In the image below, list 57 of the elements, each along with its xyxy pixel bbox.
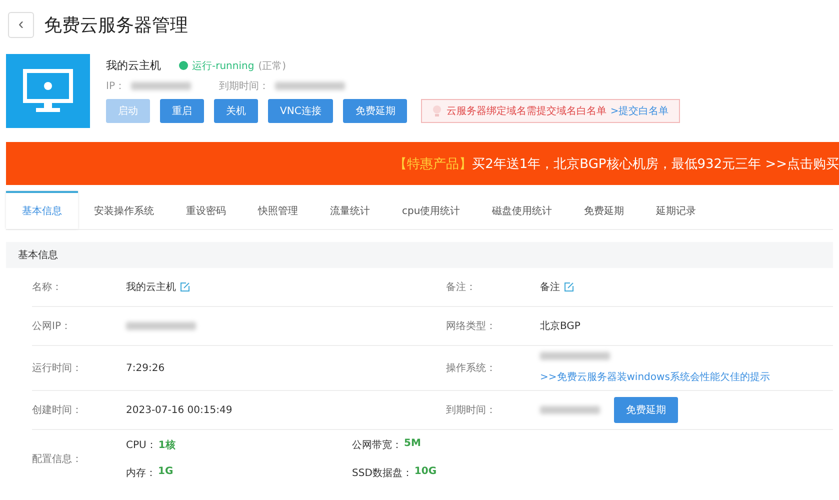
tab[interactable]: 快照管理 [242,191,314,229]
field-label: 备注： [446,280,477,294]
field-label: 操作系统： [446,362,497,375]
field-value: 2023-07-16 00:15:49 [126,404,232,416]
promo-tag: 【特惠产品】 [394,154,472,172]
action-button[interactable]: 关机 [214,99,258,123]
field-label: 创建时间： [32,404,83,417]
tab[interactable]: 磁盘使用统计 [476,191,568,229]
field-value: 我的云主机 [126,280,176,294]
extend-button[interactable]: 免费延期 [614,397,678,423]
field-label: 配置信息： [32,452,83,466]
field-value: 北京BGP [540,320,580,333]
spec-label: 内存： [126,466,156,480]
spec-value: 10G [414,466,437,479]
edit-icon[interactable] [564,282,574,292]
action-button[interactable]: 重启 [160,99,204,123]
tab[interactable]: 流量统计 [314,191,386,229]
field-label: 名称： [32,281,63,294]
redacted-value [274,82,345,90]
field-label: 运行时间： [32,362,83,375]
spec-label: SSD数据盘： [352,467,412,480]
notice-text: 云服务器绑定域名需提交域名白名单 [446,104,606,118]
field-value: 备注 [540,280,560,294]
redacted-value [130,82,191,90]
monitor-icon [6,54,90,128]
whitelist-link[interactable]: >提交白名单 [610,104,669,118]
tab[interactable]: 安装操作系统 [78,191,170,229]
spec-value: 5M [404,438,421,451]
bulb-icon [432,105,442,117]
edit-icon[interactable] [180,282,190,292]
field-label: 到期时间： [446,404,497,417]
ip-label: IP： [106,80,125,93]
page-title: 免费云服务器管理 [44,14,188,37]
tab[interactable]: 重设密码 [170,191,242,229]
tab[interactable]: 延期记录 [640,191,712,229]
tab[interactable]: 免费延期 [568,191,640,229]
action-button[interactable]: 免费延期 [343,99,408,123]
field-label: 公网IP： [32,320,72,333]
promo-banner[interactable]: 【特惠产品】买2年送1年，北京BGP核心机房，最低932元三年 >>点击购买 [6,142,839,185]
status-dot [179,61,188,70]
tab[interactable]: 基本信息 [6,191,78,229]
back-button[interactable]: ‹ [8,12,34,38]
status-note: (正常) [258,60,286,72]
tab[interactable]: cpu使用统计 [386,191,476,229]
status-text: 运行-running [192,60,254,72]
expire-label: 到期时间： [218,80,269,93]
field-value: 7:29:26 [126,362,165,374]
promo-text: 买2年送1年，北京BGP核心机房，最低932元三年 >>点击购买 [472,156,839,172]
section-header: 基本信息 [6,242,833,268]
hint-link[interactable]: >>免费云服务器装windows系统会性能欠佳的提示 [540,370,833,384]
spec-label: 公网带宽： [352,438,402,452]
spec-label: CPU： [126,439,156,452]
spec-value: 1核 [158,438,176,452]
server-name: 我的云主机 [106,58,161,73]
action-button[interactable]: VNC连接 [268,99,334,123]
field-label: 网络类型： [446,320,497,333]
spec-value: 1G [158,466,174,479]
